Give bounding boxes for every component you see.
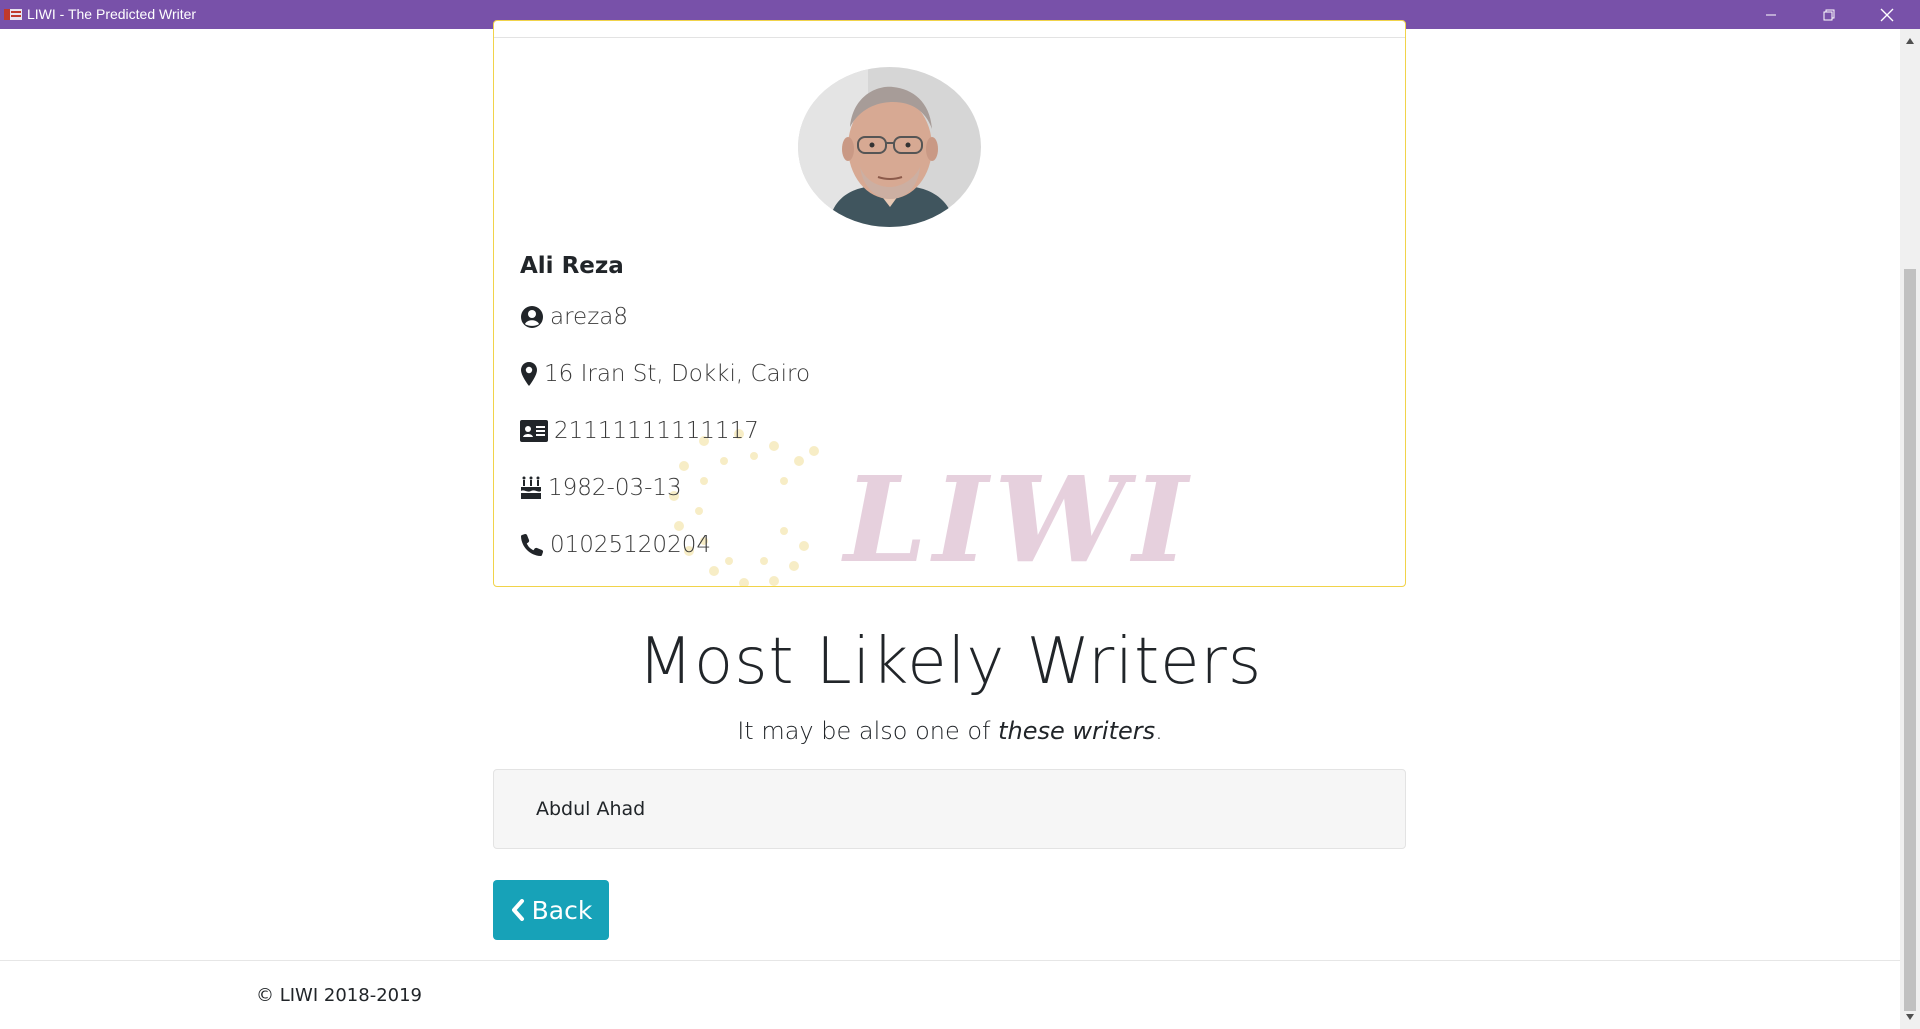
back-button-label: Back — [531, 895, 593, 925]
map-marker-icon — [521, 362, 537, 386]
minimize-icon — [1766, 14, 1776, 15]
writer-profile-card: LIWI Ali Reza areza8 16 Iran St, Dokki, … — [493, 20, 1406, 587]
restore-button[interactable] — [1800, 0, 1858, 29]
scroll-down-arrow-icon[interactable] — [1905, 1013, 1915, 1021]
most-likely-writers-subtitle: It may be also one of these writers. — [0, 717, 1900, 745]
likely-writers-list: Abdul Ahad — [493, 769, 1406, 849]
minimize-button[interactable] — [1742, 0, 1800, 29]
page-footer: © LIWI 2018-2019 — [0, 960, 1900, 1029]
chevron-left-icon — [511, 899, 524, 921]
phone-icon — [521, 533, 544, 556]
birth-date-value: 1982-03-13 — [548, 475, 682, 501]
most-likely-writers-heading: Most Likely Writers — [637, 625, 1263, 699]
phone-row: 01025120204 — [520, 532, 711, 558]
writer-name: Ali Reza — [520, 253, 624, 279]
address-row: 16 Iran St, Dokki, Cairo — [520, 361, 810, 387]
subtitle-suffix: . — [1155, 717, 1163, 745]
scroll-up-arrow-icon[interactable] — [1905, 37, 1915, 45]
watermark-text: LIWI — [841, 450, 1194, 586]
phone-value: 01025120204 — [550, 532, 711, 558]
subtitle-prefix: It may be also one of — [737, 717, 999, 745]
app-icon — [4, 9, 22, 20]
subtitle-emphasis: these writers — [998, 717, 1156, 745]
restore-icon — [1823, 9, 1835, 20]
address-value: 16 Iran St, Dokki, Cairo — [544, 361, 811, 387]
username-value: areza8 — [550, 304, 628, 330]
back-button[interactable]: Back — [493, 880, 609, 940]
likely-writer-item[interactable]: Abdul Ahad — [536, 798, 645, 820]
user-circle-icon — [521, 306, 543, 328]
liwi-watermark-logo: LIWI — [669, 429, 1194, 586]
copyright-text: © LIWI 2018-2019 — [256, 985, 422, 1006]
card-header-divider — [494, 37, 1405, 38]
writer-avatar — [798, 67, 981, 227]
national-id-row: 21111111111117 — [520, 418, 759, 444]
close-icon — [1880, 8, 1894, 21]
national-id-value: 21111111111117 — [554, 418, 759, 444]
vertical-scrollbar[interactable] — [1900, 29, 1920, 1029]
birthday-cake-icon — [521, 476, 541, 499]
scrollbar-thumb[interactable] — [1904, 269, 1916, 1011]
close-button[interactable] — [1858, 0, 1916, 29]
window-title: LIWI - The Predicted Writer — [27, 6, 197, 22]
username-row: areza8 — [520, 304, 628, 330]
id-card-icon — [520, 420, 548, 442]
birth-date-row: 1982-03-13 — [520, 475, 682, 501]
